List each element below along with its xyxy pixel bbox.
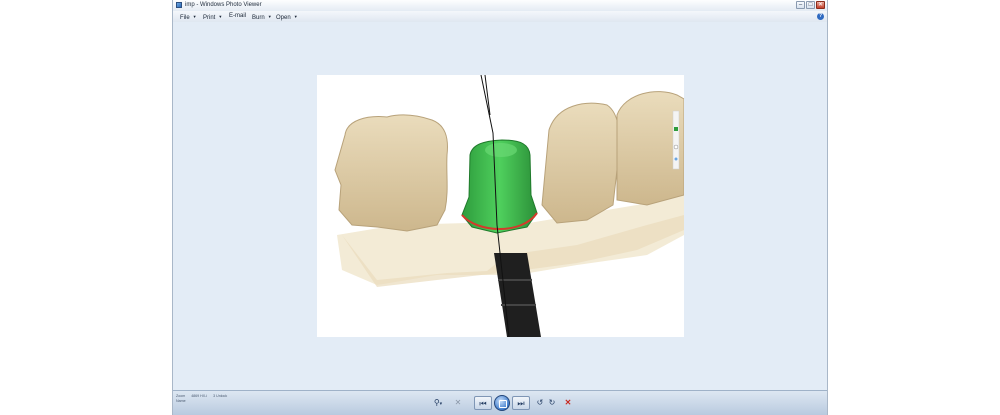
close-button[interactable]: ✕ bbox=[816, 1, 825, 9]
delete-button[interactable]: ✕ bbox=[563, 396, 573, 410]
info-label-name: Name bbox=[176, 398, 186, 403]
menu-email[interactable]: E-mail bbox=[229, 11, 246, 22]
delete-icon: ✕ bbox=[564, 398, 572, 407]
rotate-ccw-icon: ↺ bbox=[536, 398, 544, 407]
menu-file-label: File bbox=[180, 15, 190, 21]
actual-size-button[interactable]: ✕ bbox=[453, 396, 463, 410]
chevron-down-icon: ▾ bbox=[439, 401, 443, 407]
menu-email-label: E-mail bbox=[229, 13, 247, 19]
slideshow-button[interactable] bbox=[494, 395, 510, 411]
menu-open-label: Open bbox=[276, 15, 291, 21]
fit-icon: ✕ bbox=[454, 398, 462, 407]
playback-toolbar: ⚲▾ ✕ ⏮ ⏭ ↺ ↻ ✕ bbox=[423, 395, 583, 411]
chevron-down-icon: ▼ bbox=[218, 14, 223, 19]
chevron-down-icon: ▼ bbox=[192, 14, 197, 19]
info-value-2: 3 Unlock bbox=[213, 394, 228, 398]
previous-icon: ⏮ bbox=[479, 399, 487, 408]
status-toolbar: Zoom 4869 HX-i 3 Unlock Name ⚲▾ ✕ ⏮ ⏭ ↺ … bbox=[173, 390, 827, 415]
help-icon[interactable]: ? bbox=[817, 13, 824, 20]
info-value-1: 4869 HX-i bbox=[191, 394, 208, 398]
dental-implant-render bbox=[334, 75, 684, 337]
menu-burn-label: Burn bbox=[252, 15, 265, 21]
title-bar[interactable]: imp - Windows Photo Viewer – □ ✕ bbox=[173, 0, 827, 11]
menu-print-label: Print bbox=[203, 15, 216, 21]
next-button[interactable]: ⏭ bbox=[512, 396, 530, 410]
window-title: imp - Windows Photo Viewer bbox=[185, 2, 262, 8]
insertion-axis-secondary bbox=[484, 75, 491, 116]
chevron-down-icon: ▼ bbox=[293, 14, 298, 19]
info-label-zoom: Zoom bbox=[176, 394, 186, 398]
chevron-down-icon: ▼ bbox=[267, 14, 272, 19]
left-tooth bbox=[334, 114, 448, 232]
abutment-top bbox=[485, 143, 517, 157]
right-tooth-front bbox=[541, 102, 621, 224]
next-icon: ⏭ bbox=[517, 399, 525, 408]
window-controls: – □ ✕ bbox=[796, 1, 825, 10]
previous-button[interactable]: ⏮ bbox=[474, 396, 492, 410]
maximize-button[interactable]: □ bbox=[806, 1, 815, 9]
minimize-button[interactable]: – bbox=[796, 1, 805, 9]
displayed-photo bbox=[317, 75, 684, 337]
zoom-button[interactable]: ⚲▾ bbox=[429, 396, 447, 410]
rotate-clockwise-button[interactable]: ↻ bbox=[547, 396, 557, 410]
photo-viewer-app-icon bbox=[176, 2, 182, 8]
rotate-cw-icon: ↻ bbox=[548, 398, 556, 407]
photo-viewer-window: imp - Windows Photo Viewer – □ ✕ File ▼ P… bbox=[172, 0, 828, 415]
image-info: Zoom 4869 HX-i 3 Unlock Name bbox=[176, 394, 232, 403]
image-canvas[interactable] bbox=[173, 22, 827, 391]
slideshow-icon bbox=[499, 400, 507, 408]
rotate-counterclockwise-button[interactable]: ↺ bbox=[535, 396, 545, 410]
